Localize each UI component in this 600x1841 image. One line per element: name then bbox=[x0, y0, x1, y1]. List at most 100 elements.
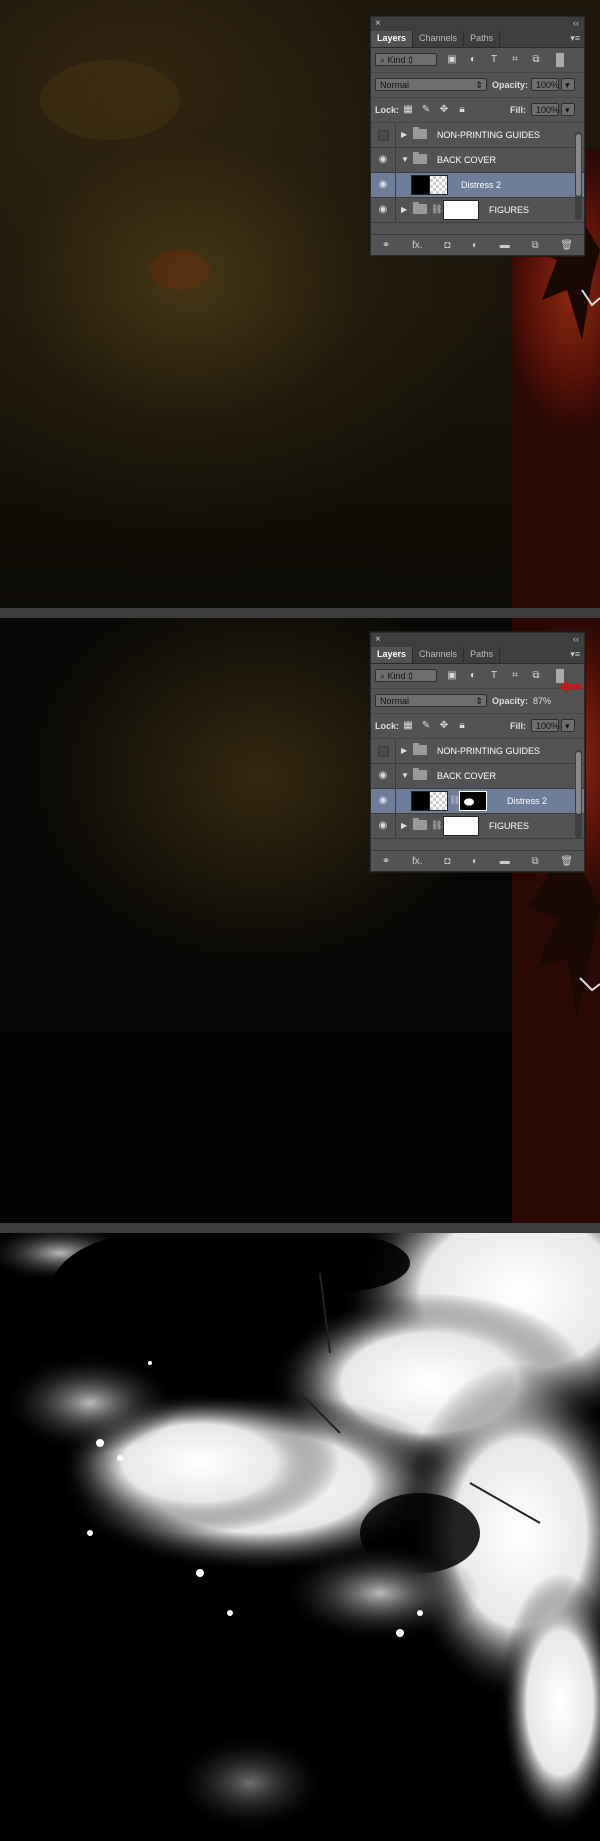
close-icon[interactable]: × bbox=[375, 634, 381, 645]
red-arrow-icon bbox=[559, 680, 581, 694]
smartobject-filter-icon[interactable]: ⧉ bbox=[529, 670, 543, 682]
smartobject-filter-icon[interactable]: ⧉ bbox=[529, 54, 543, 66]
image-filter-icon[interactable]: ▣ bbox=[445, 670, 459, 682]
layer-mask-thumbnail[interactable] bbox=[459, 791, 487, 811]
scrollbar-thumb[interactable] bbox=[576, 134, 581, 196]
tab-layers[interactable]: Layers bbox=[371, 647, 414, 663]
tab-paths[interactable]: Paths bbox=[464, 31, 501, 47]
group-mask-thumbnail[interactable] bbox=[443, 200, 479, 220]
lock-all-icon[interactable]: 🔒︎ bbox=[455, 104, 469, 116]
eye-icon[interactable]: ◉ bbox=[371, 789, 396, 813]
layer-name: NON-PRINTING GUIDES bbox=[437, 746, 541, 756]
layers-scrollbar[interactable] bbox=[575, 750, 582, 838]
layers-scrollbar[interactable] bbox=[575, 132, 582, 220]
lock-transparent-icon[interactable]: ▦ bbox=[401, 720, 415, 732]
lock-move-icon[interactable]: ✥ bbox=[437, 104, 451, 116]
fill-dropdown[interactable]: ▾ bbox=[561, 103, 575, 116]
layer-row-selected[interactable]: ◉ Distress 2 bbox=[371, 173, 584, 198]
layer-mask-thumbnail[interactable] bbox=[429, 175, 448, 195]
collapse-arrow-icon[interactable]: ▼ bbox=[401, 771, 409, 780]
add-mask-icon[interactable]: ◘ bbox=[444, 240, 450, 251]
adjustment-filter-icon[interactable]: ◐ bbox=[466, 54, 480, 66]
expand-arrow-icon[interactable]: ▶ bbox=[401, 205, 407, 214]
layer-row[interactable]: ◉ ▶ ⛓ FIGURES bbox=[371, 814, 584, 839]
opacity-dropdown[interactable]: ▾ bbox=[561, 78, 575, 91]
lock-transparent-icon[interactable]: ▦ bbox=[401, 104, 415, 116]
blend-mode-select[interactable]: Normal ⇕ bbox=[375, 694, 487, 707]
opacity-input[interactable]: 100% bbox=[531, 78, 559, 91]
scrollbar-thumb[interactable] bbox=[576, 752, 581, 814]
lock-all-icon[interactable]: 🔒︎ bbox=[455, 720, 469, 732]
visibility-toggle[interactable] bbox=[371, 739, 396, 763]
adjustment-layer-icon[interactable]: ◐ bbox=[472, 856, 478, 867]
new-group-icon[interactable]: ▬ bbox=[500, 240, 510, 251]
new-layer-icon[interactable]: ⧉ bbox=[532, 856, 539, 867]
canvas-screenshot-1: × ‹‹ Layers Channels Paths ▾≡ ⌕ Kind ⇕ ▣… bbox=[0, 0, 600, 608]
shape-filter-icon[interactable]: ⌗ bbox=[508, 670, 522, 682]
chain-icon[interactable]: ⛓ bbox=[431, 204, 442, 215]
collapse-arrow-icon[interactable]: ▼ bbox=[401, 155, 409, 164]
layer-name: Distress 2 bbox=[507, 796, 548, 806]
lock-move-icon[interactable]: ✥ bbox=[437, 720, 451, 732]
lock-row: Lock: ▦ ✎ ✥ 🔒︎ Fill: 100% ▾ bbox=[371, 98, 584, 123]
tab-channels[interactable]: Channels bbox=[413, 647, 465, 663]
eye-icon[interactable]: ◉ bbox=[371, 148, 396, 172]
add-mask-icon[interactable]: ◘ bbox=[444, 856, 450, 867]
layer-row[interactable]: ▶ NON-PRINTING GUIDES bbox=[371, 739, 584, 764]
visibility-toggle[interactable] bbox=[371, 123, 396, 147]
adjustment-layer-icon[interactable]: ◐ bbox=[472, 240, 478, 251]
lock-row: Lock: ▦ ✎ ✥ 🔒︎ Fill: 100% ▾ bbox=[371, 714, 584, 739]
link-layers-icon[interactable]: ⚭ bbox=[382, 856, 390, 867]
expand-arrow-icon[interactable]: ▶ bbox=[401, 130, 407, 139]
eye-icon[interactable]: ◉ bbox=[371, 764, 396, 788]
group-mask-thumbnail[interactable] bbox=[443, 816, 479, 836]
new-layer-icon[interactable]: ⧉ bbox=[532, 240, 539, 251]
type-filter-icon[interactable]: T bbox=[487, 670, 501, 682]
layers-panel: × ‹‹ Layers Channels Paths ▾≡ ⌕ Kind ⇕ ▣… bbox=[370, 632, 585, 872]
lock-brush-icon[interactable]: ✎ bbox=[419, 720, 433, 732]
layer-row[interactable]: ◉ ▼ BACK COVER bbox=[371, 764, 584, 789]
fill-dropdown[interactable]: ▾ bbox=[561, 719, 575, 732]
fx-icon[interactable]: fx. bbox=[412, 240, 423, 251]
layer-row[interactable]: ◉ ▼ BACK COVER bbox=[371, 148, 584, 173]
layer-row-selected[interactable]: ◉ ⛓ Distress 2 bbox=[371, 789, 584, 814]
fill-input[interactable]: 100% bbox=[531, 103, 559, 116]
blend-mode-select[interactable]: Normal ⇕ bbox=[375, 78, 487, 91]
type-filter-icon[interactable]: T bbox=[487, 54, 501, 66]
collapse-icon[interactable]: ‹‹ bbox=[573, 18, 579, 28]
new-group-icon[interactable]: ▬ bbox=[500, 856, 510, 867]
lock-label: Lock: bbox=[375, 721, 400, 731]
shape-filter-icon[interactable]: ⌗ bbox=[508, 54, 522, 66]
expand-arrow-icon[interactable]: ▶ bbox=[401, 746, 407, 755]
filter-kind-select[interactable]: ⌕ Kind ⇕ bbox=[375, 53, 437, 66]
tab-paths[interactable]: Paths bbox=[464, 647, 501, 663]
search-icon: ⌕ bbox=[380, 671, 388, 681]
tab-layers[interactable]: Layers bbox=[371, 31, 414, 47]
tab-channels[interactable]: Channels bbox=[413, 31, 465, 47]
image-filter-icon[interactable]: ▣ bbox=[445, 54, 459, 66]
chain-icon[interactable]: ⛓ bbox=[431, 820, 442, 831]
filter-toggle[interactable] bbox=[556, 53, 564, 67]
trash-icon[interactable]: 🗑 bbox=[560, 240, 573, 251]
eye-icon[interactable]: ◉ bbox=[371, 198, 396, 222]
layer-row[interactable]: ◉ ▶ ⛓ FIGURES bbox=[371, 198, 584, 223]
filter-kind-select[interactable]: ⌕ Kind ⇕ bbox=[375, 669, 437, 682]
collapse-icon[interactable]: ‹‹ bbox=[573, 634, 579, 644]
opacity-value[interactable]: 87% bbox=[533, 696, 551, 706]
eye-icon[interactable]: ◉ bbox=[371, 814, 396, 838]
fx-icon[interactable]: fx. bbox=[412, 856, 423, 867]
blend-mode-value: Normal bbox=[380, 696, 410, 706]
panel-menu-icon[interactable]: ▾≡ bbox=[570, 649, 580, 660]
lock-brush-icon[interactable]: ✎ bbox=[419, 104, 433, 116]
folder-icon bbox=[413, 202, 427, 214]
close-icon[interactable]: × bbox=[375, 18, 381, 29]
panel-menu-icon[interactable]: ▾≡ bbox=[570, 33, 580, 44]
adjustment-filter-icon[interactable]: ◐ bbox=[466, 670, 480, 682]
layer-row[interactable]: ▶ NON-PRINTING GUIDES bbox=[371, 123, 584, 148]
eye-icon[interactable]: ◉ bbox=[371, 173, 396, 197]
link-layers-icon[interactable]: ⚭ bbox=[382, 240, 390, 251]
trash-icon[interactable]: 🗑 bbox=[560, 856, 573, 867]
layer-name: FIGURES bbox=[489, 205, 530, 215]
expand-arrow-icon[interactable]: ▶ bbox=[401, 821, 407, 830]
fill-input[interactable]: 100% bbox=[531, 719, 559, 732]
